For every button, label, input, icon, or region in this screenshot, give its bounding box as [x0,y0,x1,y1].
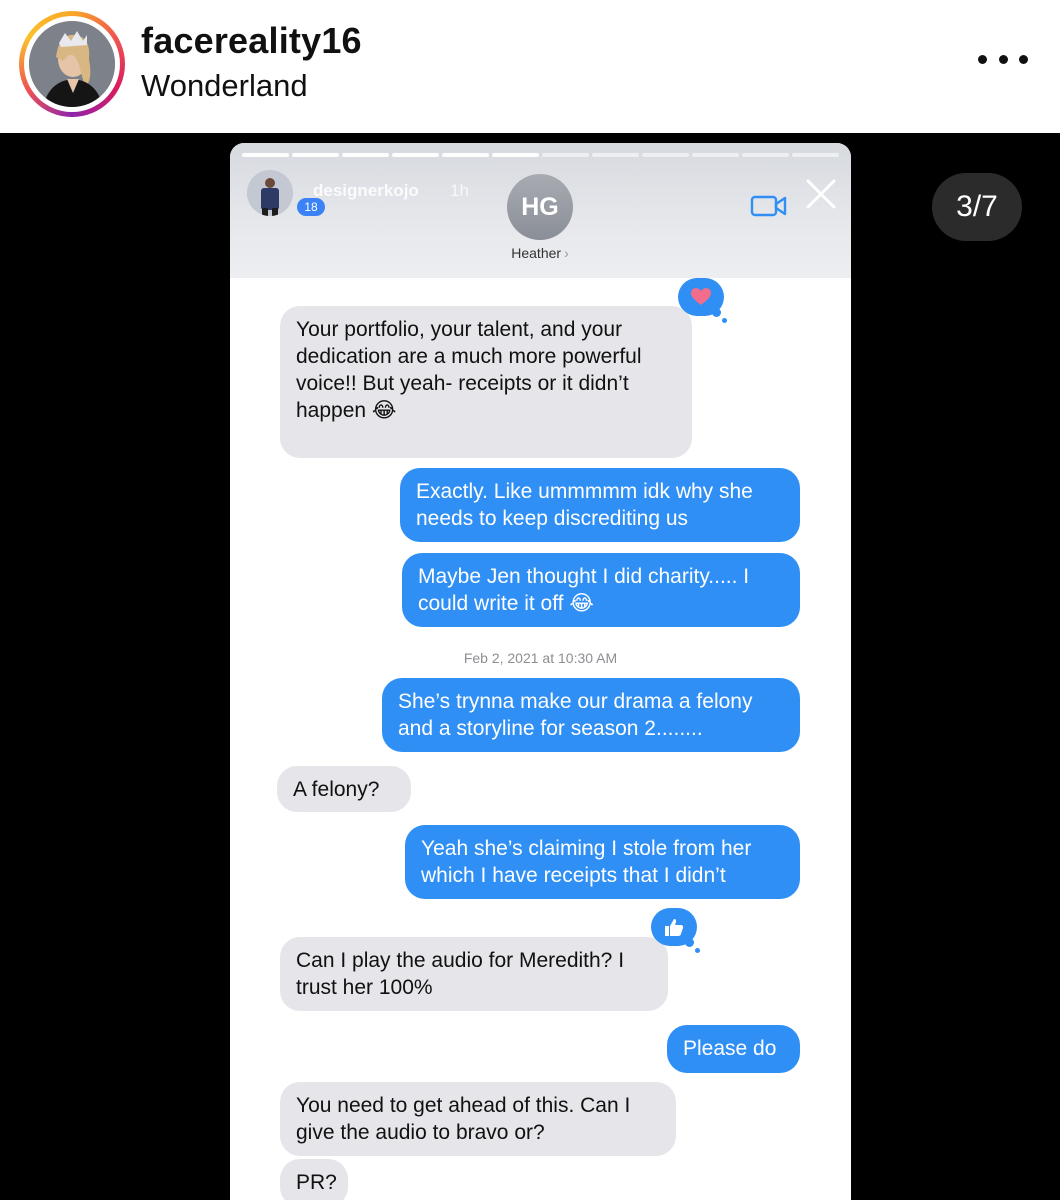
message-timestamp: Feb 2, 2021 at 10:30 AM [230,650,851,666]
message-line: A felony? [293,778,380,801]
avatar-photo [29,21,115,107]
message-line: could write it off 😂 [418,592,594,615]
message-line: You need to get ahead of this. Can I [296,1094,631,1117]
timestamp-prefix: at [538,650,559,666]
progress-segment [792,153,839,157]
received-message-bubble[interactable]: A felony? [277,766,411,812]
story-progress-bar [242,153,839,157]
post-header: facereality16 Wonderland [0,0,1060,133]
progress-segment [392,153,439,157]
post-location[interactable]: Wonderland [141,68,308,104]
sent-message-bubble[interactable]: Exactly. Like ummmmm idk why she needs to… [400,468,800,542]
sent-message-bubble[interactable]: Maybe Jen thought I did charity..... I co… [402,553,800,627]
progress-segment [242,153,289,157]
progress-segment [342,153,389,157]
profile-avatar[interactable] [19,11,125,117]
progress-segment [542,153,589,157]
close-icon[interactable] [804,177,838,211]
message-line: trust her 100% [296,976,433,999]
sent-message-bubble[interactable]: Please do [667,1025,800,1073]
message-line: Maybe Jen thought I did charity..... I [418,565,750,588]
received-message-bubble[interactable]: You need to get ahead of this. Can I give… [280,1082,676,1156]
message-line: PR? [296,1171,337,1194]
contact-avatar[interactable]: HG [507,174,573,240]
message-line: voice!! But yeah- receipts or it didn’t [296,372,629,395]
message-line: Your portfolio, your talent, and your [296,318,623,341]
received-message-bubble[interactable]: Can I play the audio for Meredith? I trus… [280,937,668,1011]
timestamp-time: 10:30 AM [558,650,618,666]
chevron-right-icon: › [564,245,569,261]
story-screenshot: 18 designerkojo 1h HG Heather › Your port… [230,143,851,1200]
message-line: Please do [683,1037,777,1060]
story-top-bar: 18 designerkojo 1h HG Heather › [230,143,851,279]
timestamp-date: Feb 2, 2021 [463,650,539,666]
received-message-bubble[interactable]: Your portfolio, your talent, and your ded… [280,306,692,458]
received-message-bubble[interactable]: PR? [280,1159,348,1200]
progress-segment [442,153,489,157]
progress-segment [642,153,689,157]
message-line: Yeah she’s claiming I stole from her [421,837,752,860]
message-line: dedication are a much more powerful [296,345,642,368]
message-line: happen 😂 [296,399,397,422]
more-options-icon[interactable] [978,44,1028,74]
heart-reaction-icon [678,278,727,323]
message-line: which I have receipts that I didn’t [421,864,726,887]
poster-avatar[interactable] [247,170,293,216]
message-line: needs to keep discrediting us [416,507,689,530]
message-thread: Your portfolio, your talent, and your ded… [230,278,851,1200]
message-line: Can I play the audio for Meredith? I [296,949,625,972]
message-line: give the audio to bravo or? [296,1121,545,1144]
contact-name[interactable]: Heather › [505,245,575,261]
poster-time: 1h [450,181,469,200]
message-line: and a storyline for season 2........ [398,717,703,740]
sent-message-bubble[interactable]: Yeah she’s claiming I stole from her whic… [405,825,800,899]
progress-segment [742,153,789,157]
progress-segment [492,153,539,157]
video-camera-icon[interactable] [750,193,788,219]
progress-segment [592,153,639,157]
progress-segment [292,153,339,157]
carousel-counter: 3/7 [932,173,1022,241]
post-media[interactable]: 3/7 18 designerkojo 1h HG Heather › Your… [0,133,1060,1200]
post-username[interactable]: facereality16 [141,20,362,62]
sent-message-bubble[interactable]: She’s trynna make our drama a felony and … [382,678,800,752]
message-line: She’s trynna make our drama a felony [398,690,753,713]
contact-name-label: Heather [511,245,562,261]
message-line: Exactly. Like ummmmm idk why she [416,480,753,503]
thumbs-up-reaction-icon [651,908,700,953]
progress-segment [692,153,739,157]
poster-username[interactable]: designerkojo [313,181,419,201]
